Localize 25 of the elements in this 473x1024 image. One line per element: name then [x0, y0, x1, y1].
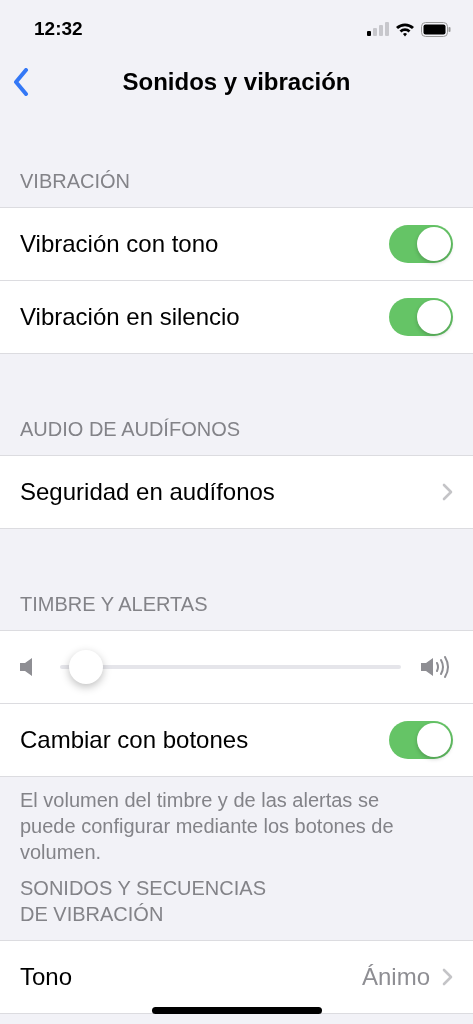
slider-thumb[interactable] — [69, 650, 104, 684]
row-label: Cambiar con botones — [20, 726, 250, 754]
row-value: Ánimo — [361, 963, 430, 991]
wifi-icon — [395, 21, 415, 37]
status-time: 12:32 — [34, 18, 83, 40]
section-header: TIMBRE Y ALERTAS — [19, 592, 209, 617]
battery-icon — [421, 21, 451, 37]
toggle-switch[interactable] — [389, 721, 453, 759]
row-label[interactable]: Tono — [20, 963, 350, 991]
back-icon[interactable] — [13, 68, 29, 96]
section-header: VIBRACIÓN — [19, 169, 132, 194]
signal-icon — [367, 22, 389, 36]
nav-title: Sonidos y vibración — [122, 68, 351, 96]
volume-slider[interactable] — [60, 650, 401, 684]
row-label: Vibración en silencio — [20, 303, 241, 331]
row-label[interactable]: Seguridad en audífonos — [20, 478, 430, 506]
chevron-icon — [442, 483, 453, 501]
section-header: AUDIO DE AUDÍFONOS — [19, 417, 242, 442]
chevron-icon — [442, 968, 453, 986]
section-header: SONIDOS Y SECUENCIAS DE VIBRACIÓN — [19, 876, 267, 927]
toggle-switch[interactable] — [389, 225, 453, 263]
toggle-switch[interactable] — [389, 298, 453, 336]
row-label: Vibración con tono — [20, 230, 220, 258]
speaker-low-icon — [20, 658, 34, 676]
section-footer: El volumen del timbre y de las alertas se puede configurar mediante los botones de volumen. — [0, 777, 473, 865]
